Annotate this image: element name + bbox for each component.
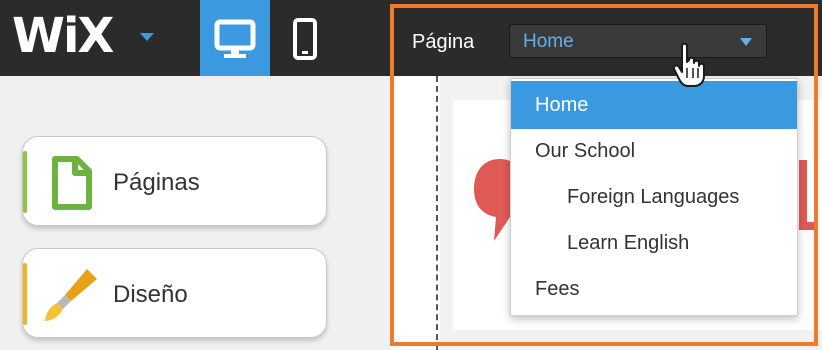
design-button-label: Diseño — [113, 281, 188, 308]
paintbrush-icon — [45, 269, 97, 321]
mobile-icon — [293, 18, 317, 60]
hand-cursor-icon — [672, 42, 705, 87]
chevron-down-icon[interactable] — [140, 33, 154, 41]
accent-stripe — [23, 263, 27, 325]
accent-stripe — [23, 151, 27, 213]
mobile-view-button[interactable] — [280, 0, 330, 76]
desktop-icon — [214, 19, 256, 58]
desktop-view-button[interactable] — [200, 0, 270, 76]
pages-button[interactable]: Páginas — [22, 136, 327, 226]
design-button[interactable]: Diseño — [22, 248, 327, 338]
highlight-frame — [390, 4, 818, 346]
pages-button-label: Páginas — [113, 169, 200, 196]
page-icon — [52, 156, 92, 210]
wix-logo[interactable]: WiX — [12, 11, 142, 61]
